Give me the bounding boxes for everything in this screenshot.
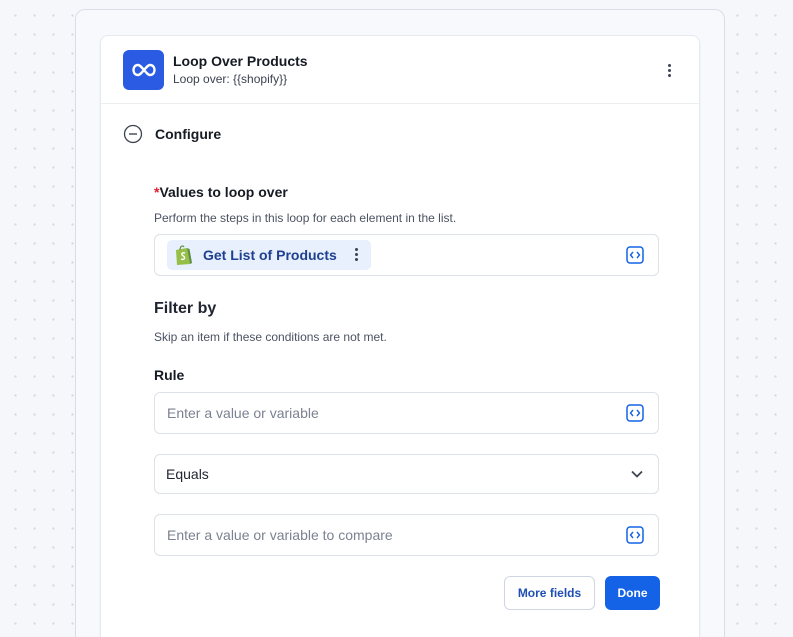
compare-value-placeholder: Enter a value or variable to compare [167, 527, 393, 543]
rule-value-input[interactable]: Enter a value or variable [154, 392, 659, 434]
compare-value-input[interactable]: Enter a value or variable to compare [154, 514, 659, 556]
rule-label: Rule [154, 367, 185, 383]
filter-heading: Filter by [154, 300, 217, 317]
step-card: Loop Over Products Loop over: {{shopify}… [100, 35, 700, 637]
operator-value: Equals [166, 466, 209, 482]
values-label-text: Values to loop over [159, 184, 288, 200]
filter-help: Skip an item if these conditions are not… [154, 330, 387, 344]
insert-variable-icon[interactable] [626, 526, 644, 544]
data-pill[interactable]: Get List of Products [167, 240, 371, 270]
values-input[interactable]: Get List of Products [154, 234, 659, 276]
values-help: Perform the steps in this loop for each … [154, 211, 457, 225]
minus-circle-icon[interactable] [123, 124, 143, 144]
operator-select[interactable]: Equals [154, 454, 659, 494]
more-fields-button[interactable]: More fields [504, 576, 595, 610]
values-label: *Values to loop over [154, 184, 288, 200]
insert-variable-icon[interactable] [626, 404, 644, 422]
shopify-bag-icon [176, 245, 192, 265]
insert-variable-icon[interactable] [626, 246, 644, 264]
data-pill-label: Get List of Products [203, 247, 337, 263]
more-options-icon[interactable] [659, 60, 679, 80]
rule-value-placeholder: Enter a value or variable [167, 405, 319, 421]
step-title: Loop Over Products [173, 53, 308, 69]
section-title: Configure [155, 126, 222, 142]
infinity-icon [123, 50, 164, 90]
step-header[interactable]: Loop Over Products Loop over: {{shopify}… [101, 36, 699, 104]
chevron-down-icon [631, 470, 643, 478]
pill-options-icon[interactable] [355, 248, 358, 261]
done-button[interactable]: Done [605, 576, 660, 610]
step-subtitle: Loop over: {{shopify}} [173, 72, 288, 86]
